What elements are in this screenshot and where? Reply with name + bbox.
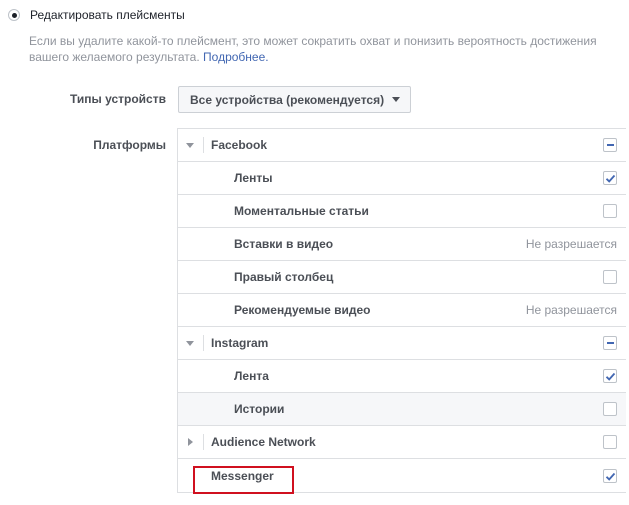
platform-row-instagram[interactable]: Instagram bbox=[178, 327, 626, 360]
feeds-checkbox[interactable] bbox=[603, 171, 617, 185]
checkmark-icon bbox=[605, 372, 616, 381]
placement-row-stories[interactable]: Истории bbox=[178, 393, 626, 426]
instagram-feed-checkbox[interactable] bbox=[603, 369, 617, 383]
placement-row-suggested-videos: Рекомендуемые видео Не разрешается bbox=[178, 294, 626, 327]
device-types-value: Все устройства (рекомендуется) bbox=[190, 92, 385, 107]
placement-row-right-column[interactable]: Правый столбец bbox=[178, 261, 626, 294]
placement-row-instagram-feed[interactable]: Лента bbox=[178, 360, 626, 393]
placements-hint: Если вы удалите какой-то плейсмент, это … bbox=[29, 33, 609, 65]
platform-name-audience-network: Audience Network bbox=[211, 435, 316, 449]
placement-row-instant-articles[interactable]: Моментальные статьи bbox=[178, 195, 626, 228]
platform-row-facebook[interactable]: Facebook bbox=[178, 129, 626, 162]
platform-row-audience-network[interactable]: Audience Network bbox=[178, 426, 626, 459]
collapse-caret-icon[interactable] bbox=[186, 143, 194, 148]
divider bbox=[203, 335, 204, 351]
placement-row-in-stream-video: Вставки в видео Не разрешается bbox=[178, 228, 626, 261]
messenger-checkbox[interactable] bbox=[603, 468, 617, 483]
instagram-checkbox[interactable] bbox=[603, 336, 617, 350]
checkmark-icon bbox=[605, 174, 616, 183]
platform-name-facebook: Facebook bbox=[211, 138, 268, 152]
radio-selected-icon[interactable] bbox=[8, 9, 20, 21]
placement-label: Правый столбец bbox=[234, 270, 334, 284]
device-types-label: Типы устройств bbox=[70, 92, 166, 106]
checkmark-icon bbox=[605, 472, 616, 481]
edit-placements-option[interactable]: Редактировать плейсменты bbox=[8, 8, 185, 22]
edit-placements-label: Редактировать плейсменты bbox=[30, 8, 185, 22]
facebook-checkbox[interactable] bbox=[603, 138, 617, 152]
placement-label: Вставки в видео bbox=[234, 237, 334, 251]
not-allowed-status: Не разрешается bbox=[525, 237, 617, 251]
audience-network-checkbox[interactable] bbox=[603, 435, 617, 449]
messenger-highlight-box bbox=[193, 466, 294, 494]
stories-checkbox[interactable] bbox=[603, 402, 617, 416]
platform-name-instagram: Instagram bbox=[211, 336, 269, 350]
right-column-checkbox[interactable] bbox=[603, 270, 617, 284]
placement-label: Лента bbox=[234, 369, 269, 383]
divider bbox=[203, 137, 204, 153]
placement-label: Рекомендуемые видео bbox=[234, 303, 371, 317]
device-types-dropdown[interactable]: Все устройства (рекомендуется) bbox=[178, 86, 412, 113]
chevron-down-icon bbox=[392, 97, 401, 102]
placement-row-feeds[interactable]: Ленты bbox=[178, 162, 626, 195]
divider bbox=[203, 434, 204, 450]
hint-text: Если вы удалите какой-то плейсмент, это … bbox=[29, 34, 597, 64]
collapse-caret-icon[interactable] bbox=[186, 341, 194, 346]
placement-label: Моментальные статьи bbox=[234, 204, 369, 218]
not-allowed-status: Не разрешается bbox=[525, 303, 617, 317]
placement-label: Ленты bbox=[234, 171, 273, 185]
platforms-label: Платформы bbox=[93, 138, 166, 152]
platforms-list: Facebook Ленты Моментальные статьи Встав… bbox=[177, 128, 626, 493]
placement-label: Истории bbox=[234, 402, 285, 416]
expand-caret-icon[interactable] bbox=[188, 438, 193, 446]
instant-articles-checkbox[interactable] bbox=[603, 204, 617, 218]
learn-more-link[interactable]: Подробнее. bbox=[203, 50, 269, 64]
